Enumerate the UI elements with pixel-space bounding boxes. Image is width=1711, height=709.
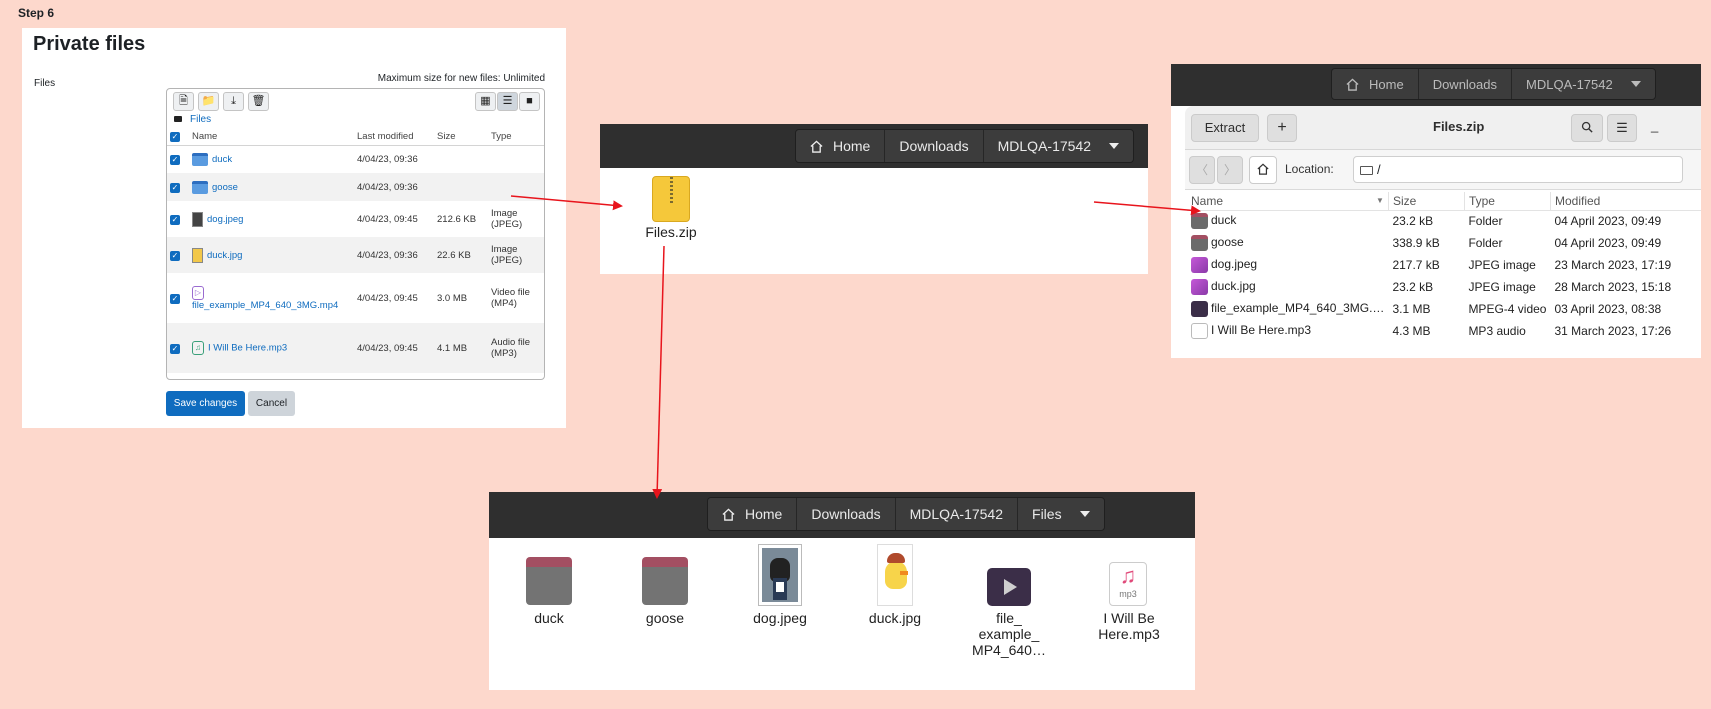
arrow-to-extracted bbox=[652, 245, 665, 499]
annotation-arrows bbox=[510, 195, 1201, 499]
arrow-to-zip bbox=[510, 195, 623, 211]
arrow-to-archive bbox=[1093, 201, 1201, 216]
